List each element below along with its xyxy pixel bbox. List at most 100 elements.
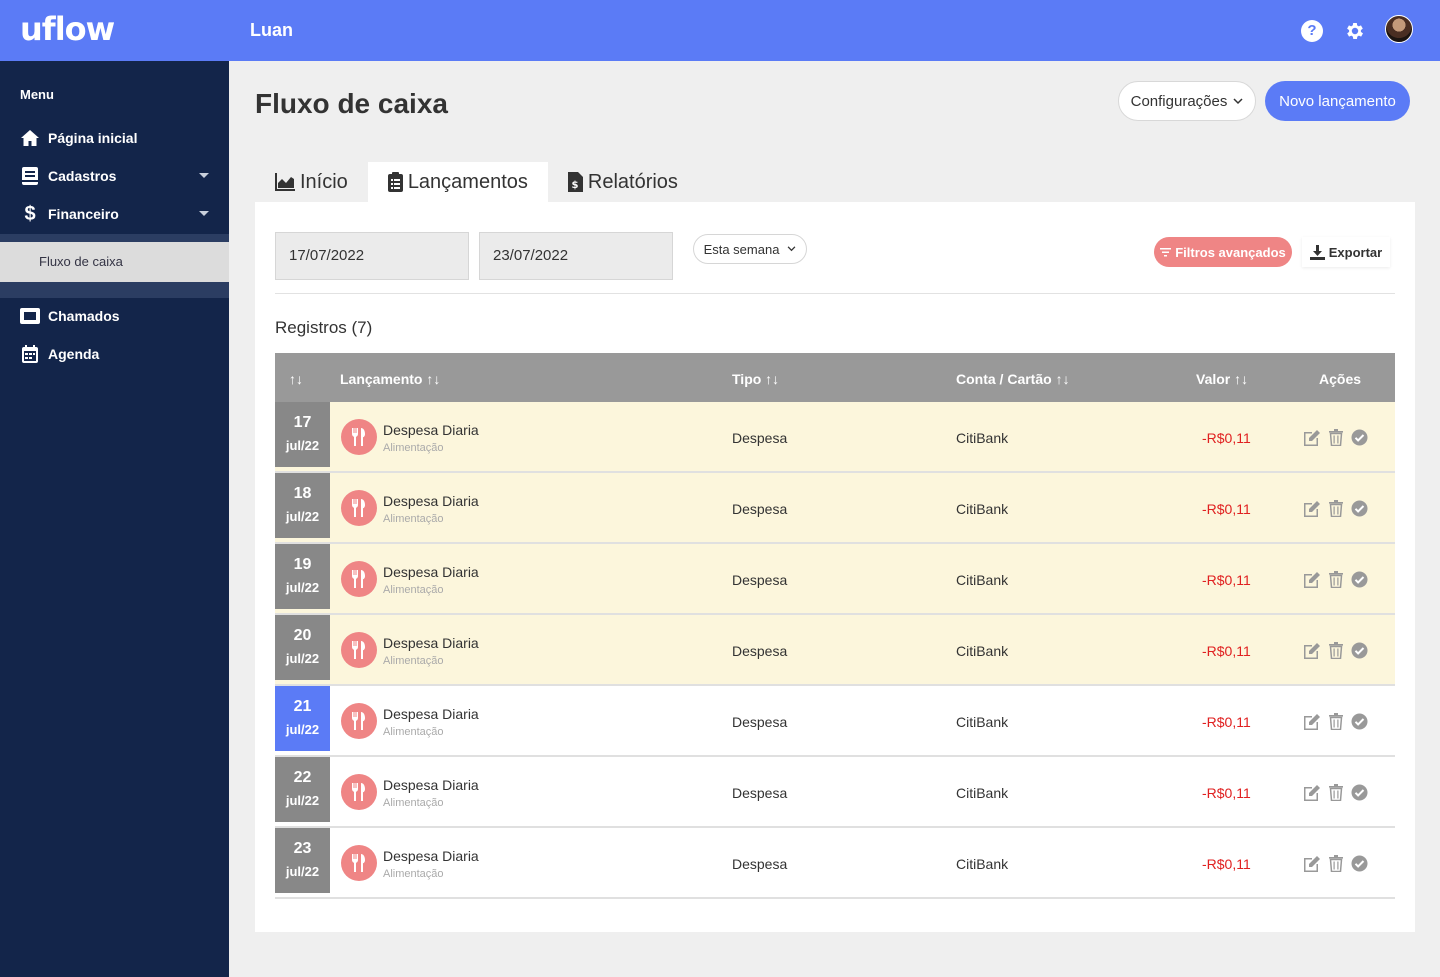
table-row[interactable]: 18 jul/22 Despesa Diaria Alimentação Des… bbox=[275, 473, 1395, 544]
entry-title: Despesa Diaria bbox=[383, 777, 479, 793]
table-row[interactable]: 23 jul/22 Despesa Diaria Alimentação Des… bbox=[275, 828, 1395, 899]
trash-icon[interactable] bbox=[1329, 713, 1347, 731]
gear-icon[interactable] bbox=[1344, 20, 1366, 42]
valor-header[interactable]: Valor ↑↓ bbox=[1196, 353, 1248, 402]
sidebar-item-chamados[interactable]: Chamados bbox=[0, 300, 229, 332]
conta-header[interactable]: Conta / Cartão ↑↓ bbox=[956, 353, 1070, 402]
dollar-icon: $ bbox=[24, 202, 36, 225]
entry-type: Despesa bbox=[732, 643, 788, 659]
sidebar-item-label: Financeiro bbox=[48, 206, 119, 222]
table-row[interactable]: 19 jul/22 Despesa Diaria Alimentação Des… bbox=[275, 544, 1395, 615]
utensils-icon bbox=[341, 561, 377, 597]
period-select[interactable]: Esta semana bbox=[693, 234, 807, 264]
sidebar: Menu Página inicial Cadastros $ Financei… bbox=[0, 61, 229, 977]
edit-icon[interactable] bbox=[1303, 571, 1321, 589]
sidebar-item-agenda[interactable]: Agenda bbox=[0, 338, 229, 370]
menu-label: Menu bbox=[20, 87, 54, 102]
entry-category: Alimentação bbox=[383, 726, 444, 738]
date-day: 22 bbox=[293, 769, 312, 786]
utensils-icon bbox=[341, 774, 377, 810]
date-month: jul/22 bbox=[285, 793, 320, 808]
check-circle-icon[interactable] bbox=[1351, 429, 1369, 447]
date-month: jul/22 bbox=[285, 864, 320, 879]
entry-category: Alimentação bbox=[383, 868, 444, 880]
entry-account: CitiBank bbox=[956, 785, 1009, 801]
sidebar-item-home[interactable]: Página inicial bbox=[0, 122, 229, 154]
divider bbox=[275, 293, 1395, 294]
tab-inicio[interactable]: Início bbox=[255, 162, 368, 202]
sidebar-subitem-fluxo-de-caixa[interactable]: Fluxo de caixa bbox=[0, 242, 229, 282]
tipo-header[interactable]: Tipo ↑↓ bbox=[732, 353, 779, 402]
date-day: 18 bbox=[293, 485, 312, 502]
table-row[interactable]: 21 jul/22 Despesa Diaria Alimentação Des… bbox=[275, 686, 1395, 757]
entry-account: CitiBank bbox=[956, 572, 1009, 588]
lancamento-header[interactable]: Lançamento ↑↓ bbox=[340, 353, 440, 402]
new-entry-button[interactable]: Novo lançamento bbox=[1265, 81, 1410, 121]
trash-icon[interactable] bbox=[1329, 642, 1347, 660]
period-select-value: Esta semana bbox=[703, 241, 780, 257]
sort-date-header[interactable]: ↑↓ bbox=[289, 353, 303, 402]
check-circle-icon[interactable] bbox=[1351, 500, 1369, 518]
edit-icon[interactable] bbox=[1303, 713, 1321, 731]
tab-label: Início bbox=[300, 170, 348, 193]
sidebar-item-financeiro[interactable]: $ Financeiro bbox=[0, 198, 229, 230]
advanced-filters-button[interactable]: Filtros avançados bbox=[1154, 237, 1292, 267]
trash-icon[interactable] bbox=[1329, 571, 1347, 589]
tab-relatorios[interactable]: $ Relatórios bbox=[548, 162, 698, 202]
check-circle-icon[interactable] bbox=[1351, 642, 1369, 660]
edit-icon[interactable] bbox=[1303, 784, 1321, 802]
advanced-filters-label: Filtros avançados bbox=[1175, 244, 1286, 260]
date-cell: 17 jul/22 bbox=[275, 402, 330, 467]
edit-icon[interactable] bbox=[1303, 500, 1321, 518]
date-day: 17 bbox=[293, 414, 312, 431]
date-cell: 19 jul/22 bbox=[275, 544, 330, 609]
entry-type: Despesa bbox=[732, 501, 788, 517]
edit-icon[interactable] bbox=[1303, 855, 1321, 873]
start-date-input[interactable]: 17/07/2022 bbox=[275, 232, 469, 280]
entry-category: Alimentação bbox=[383, 442, 444, 454]
tabs: Início Lançamentos $ Relatórios bbox=[255, 162, 698, 202]
help-icon[interactable]: ? bbox=[1301, 20, 1323, 42]
clipboard-icon bbox=[387, 172, 403, 192]
sidebar-item-cadastros[interactable]: Cadastros bbox=[0, 160, 229, 192]
trash-icon[interactable] bbox=[1329, 784, 1347, 802]
entry-account: CitiBank bbox=[956, 643, 1009, 659]
entry-title: Despesa Diaria bbox=[383, 564, 479, 580]
edit-icon[interactable] bbox=[1303, 642, 1321, 660]
check-circle-icon[interactable] bbox=[1351, 571, 1369, 589]
check-circle-icon[interactable] bbox=[1351, 855, 1369, 873]
top-bar: uflow Luan ? bbox=[0, 0, 1440, 61]
entry-account: CitiBank bbox=[956, 714, 1009, 730]
calendar-icon bbox=[20, 344, 40, 364]
export-label: Exportar bbox=[1328, 244, 1383, 260]
acoes-header: Ações bbox=[1319, 371, 1362, 387]
end-date-input[interactable]: 23/07/2022 bbox=[479, 232, 673, 280]
tab-lancamentos[interactable]: Lançamentos bbox=[367, 162, 548, 202]
file-dollar-icon: $ bbox=[567, 172, 583, 192]
trash-icon[interactable] bbox=[1329, 500, 1347, 518]
logo[interactable]: uflow bbox=[20, 10, 115, 48]
check-circle-icon[interactable] bbox=[1351, 713, 1369, 731]
table-row[interactable]: 20 jul/22 Despesa Diaria Alimentação Des… bbox=[275, 615, 1395, 686]
avatar[interactable] bbox=[1385, 15, 1413, 43]
caret-down-icon bbox=[199, 211, 209, 216]
config-button[interactable]: Configurações bbox=[1118, 81, 1256, 121]
entry-type: Despesa bbox=[732, 430, 788, 446]
utensils-icon bbox=[341, 490, 377, 526]
table-row[interactable]: 17 jul/22 Despesa Diaria Alimentação Des… bbox=[275, 402, 1395, 473]
check-circle-icon[interactable] bbox=[1351, 784, 1369, 802]
entry-value: -R$0,11 bbox=[1202, 501, 1251, 517]
sidebar-item-label: Cadastros bbox=[48, 168, 117, 184]
utensils-icon bbox=[341, 632, 377, 668]
edit-icon[interactable] bbox=[1303, 429, 1321, 447]
trash-icon[interactable] bbox=[1329, 429, 1347, 447]
entry-value: -R$0,11 bbox=[1202, 785, 1251, 801]
entry-value: -R$0,11 bbox=[1202, 572, 1251, 588]
entry-category: Alimentação bbox=[383, 513, 444, 525]
trash-icon[interactable] bbox=[1329, 855, 1347, 873]
entries-table: ↑↓ Lançamento ↑↓ Tipo ↑↓ Conta / Cartão … bbox=[275, 353, 1395, 899]
chevron-down-icon bbox=[1233, 97, 1243, 104]
table-row[interactable]: 22 jul/22 Despesa Diaria Alimentação Des… bbox=[275, 757, 1395, 828]
export-button[interactable]: Exportar bbox=[1302, 237, 1390, 267]
date-day: 21 bbox=[293, 698, 312, 715]
